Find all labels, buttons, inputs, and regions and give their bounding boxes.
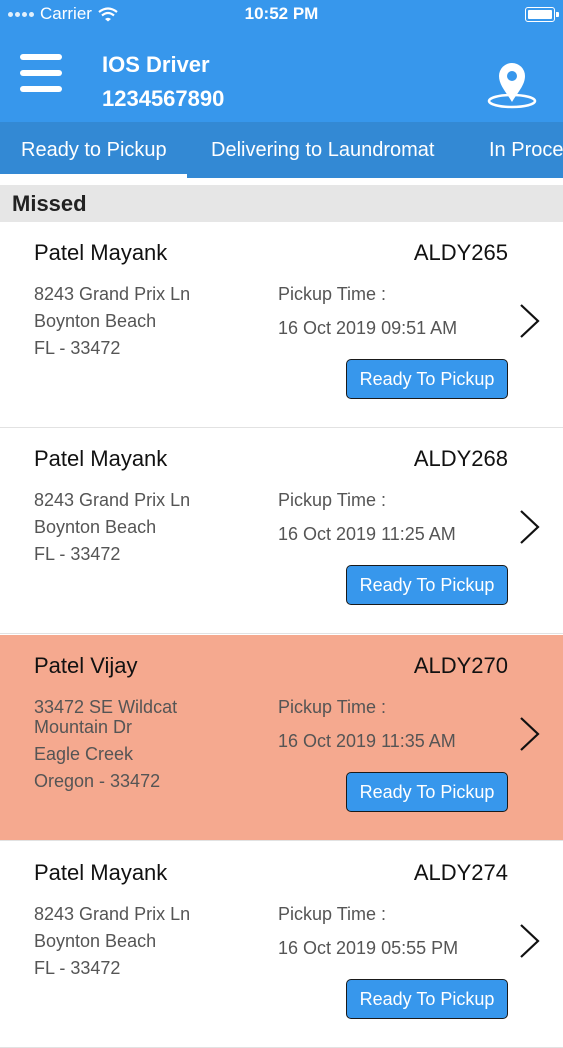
- pickup-time-label: Pickup Time :: [278, 490, 387, 510]
- pickup-time-value: 16 Oct 2019 09:51 AM: [278, 318, 458, 338]
- customer-address: 8243 Grand Prix Ln Boynton Beach FL - 33…: [34, 284, 234, 365]
- tab-bar: Ready to Pickup Delivering to Laundromat…: [0, 122, 563, 178]
- hamburger-menu-icon[interactable]: [20, 54, 62, 94]
- location-pin-icon[interactable]: [486, 58, 538, 110]
- pickup-time-label: Pickup Time :: [278, 904, 387, 924]
- pickup-time-label: Pickup Time :: [278, 284, 387, 304]
- customer-address: 33472 SE Wildcat Mountain Dr Eagle Creek…: [34, 697, 234, 798]
- customer-name: Patel Mayank: [34, 240, 168, 265]
- app-header: IOS Driver 1234567890: [0, 28, 563, 122]
- pickup-time-value: 16 Oct 2019 11:35 AM: [278, 731, 456, 751]
- order-card-highlighted[interactable]: Patel Vijay ALDY270 33472 SE Wildcat Mou…: [0, 635, 563, 841]
- order-card[interactable]: Patel Mayank ALDY274 8243 Grand Prix Ln …: [0, 842, 563, 1048]
- address-line: Boynton Beach: [34, 931, 157, 951]
- address-line: 33472 SE Wildcat Mountain Dr: [34, 697, 178, 737]
- address-line: 8243 Grand Prix Ln: [34, 490, 191, 510]
- order-id: ALDY270: [413, 653, 508, 678]
- order-id: ALDY274: [413, 860, 508, 885]
- address-line: Boynton Beach: [34, 311, 157, 331]
- customer-address: 8243 Grand Prix Ln Boynton Beach FL - 33…: [34, 904, 234, 985]
- tab-ready-to-pickup[interactable]: Ready to Pickup: [21, 122, 167, 178]
- order-card[interactable]: Patel Mayank ALDY265 8243 Grand Prix Ln …: [0, 222, 563, 428]
- pickup-time-value: 16 Oct 2019 05:55 PM: [278, 938, 459, 958]
- customer-name: Patel Mayank: [34, 446, 168, 471]
- order-id: ALDY268: [413, 446, 508, 471]
- chevron-right-icon[interactable]: [518, 715, 542, 753]
- address-line: FL - 33472: [34, 958, 121, 978]
- active-tab-indicator: [0, 174, 187, 178]
- customer-name: Patel Vijay: [34, 653, 138, 678]
- status-bar: Carrier 10:52 PM: [0, 0, 563, 28]
- driver-phone: 1234567890: [102, 86, 225, 111]
- order-card[interactable]: Patel Mayank ALDY268 8243 Grand Prix Ln …: [0, 428, 563, 634]
- address-line: FL - 33472: [34, 544, 121, 564]
- address-line: 8243 Grand Prix Ln: [34, 904, 191, 924]
- address-line: Oregon - 33472: [34, 771, 161, 791]
- chevron-right-icon[interactable]: [518, 302, 542, 340]
- chevron-right-icon[interactable]: [518, 508, 542, 546]
- pickup-time-value: 16 Oct 2019 11:25 AM: [278, 524, 456, 544]
- tab-in-process[interactable]: In Proce: [489, 122, 563, 178]
- driver-name: IOS Driver: [102, 52, 210, 77]
- ready-to-pickup-button[interactable]: Ready To Pickup: [346, 359, 508, 399]
- ready-to-pickup-button[interactable]: Ready To Pickup: [346, 772, 508, 812]
- pickup-time-label: Pickup Time :: [278, 697, 387, 717]
- ready-to-pickup-button[interactable]: Ready To Pickup: [346, 979, 508, 1019]
- clock: 10:52 PM: [244, 4, 319, 23]
- address-line: Boynton Beach: [34, 517, 157, 537]
- section-header-missed: Missed: [0, 185, 563, 222]
- customer-name: Patel Mayank: [34, 860, 168, 885]
- chevron-right-icon[interactable]: [518, 922, 542, 960]
- order-id: ALDY265: [413, 240, 508, 265]
- customer-address: 8243 Grand Prix Ln Boynton Beach FL - 33…: [34, 490, 234, 571]
- tab-delivering-to-laundromat[interactable]: Delivering to Laundromat: [211, 122, 434, 178]
- address-line: Eagle Creek: [34, 744, 134, 764]
- ready-to-pickup-button[interactable]: Ready To Pickup: [346, 565, 508, 605]
- address-line: 8243 Grand Prix Ln: [34, 284, 191, 304]
- battery-icon: [525, 7, 559, 22]
- address-line: FL - 33472: [34, 338, 121, 358]
